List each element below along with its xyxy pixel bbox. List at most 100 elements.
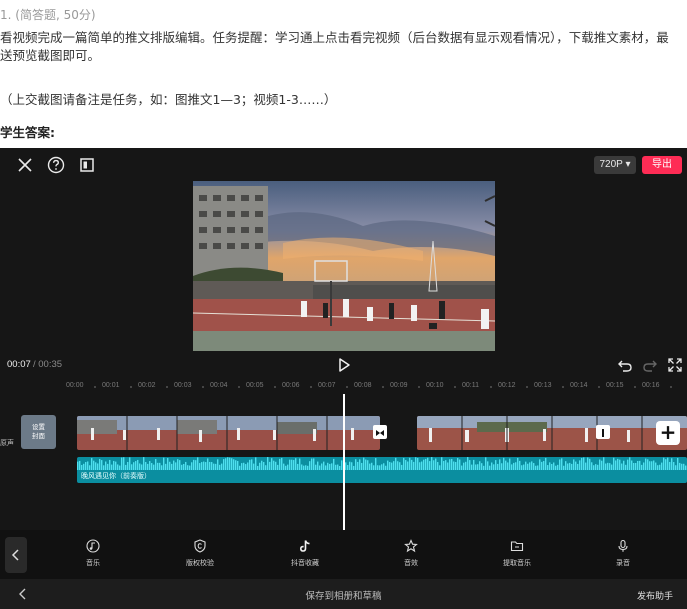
waveform-bar xyxy=(667,457,669,470)
waveform-bar xyxy=(675,465,677,470)
waveform-bar xyxy=(177,459,179,470)
tool-sound-effects[interactable]: 音效 xyxy=(381,539,441,568)
ruler-tick-dot xyxy=(562,386,564,388)
waveform-bar xyxy=(623,460,625,470)
waveform-bar xyxy=(431,457,433,470)
waveform-bar xyxy=(681,463,683,470)
publish-assistant-button[interactable]: 发布助手 xyxy=(637,589,673,602)
audio-track-title: 晚风遇见你（前奏版） xyxy=(81,472,151,480)
waveform-bar xyxy=(311,458,313,470)
resolution-dropdown[interactable]: 720P ▾ xyxy=(594,156,636,174)
ruler-tick-dot xyxy=(454,386,456,388)
close-icon[interactable] xyxy=(15,155,35,175)
ruler-tick-dot xyxy=(490,386,492,388)
transition-icon[interactable] xyxy=(596,425,610,439)
export-button[interactable]: 导出 xyxy=(642,156,682,174)
tool-label: 抖音收藏 xyxy=(291,559,319,567)
ruler-tick-label: 00:10 xyxy=(426,382,444,389)
waveform-bar xyxy=(637,460,639,470)
waveform-bar xyxy=(441,457,443,470)
waveform-bar xyxy=(639,460,641,470)
fullscreen-icon[interactable] xyxy=(667,357,683,373)
waveform-bar xyxy=(145,461,147,470)
ruler-tick-dot xyxy=(166,386,168,388)
waveform-bar xyxy=(205,462,207,470)
waveform-bar xyxy=(467,457,469,470)
chevron-left-icon xyxy=(11,549,19,561)
tool-copyright-check[interactable]: 版权校验 xyxy=(170,539,230,568)
waveform-bar xyxy=(251,459,253,470)
waveform-bar xyxy=(91,458,93,470)
waveform-bar xyxy=(293,460,295,470)
layout-icon[interactable] xyxy=(77,155,97,175)
waveform-bar xyxy=(387,460,389,470)
waveform-bar xyxy=(405,460,407,470)
waveform-bar xyxy=(165,463,167,470)
waveform-bar xyxy=(97,463,99,470)
cover-label: 设置 封面 xyxy=(32,423,45,440)
current-time: 00:07 xyxy=(7,359,31,370)
waveform-bar xyxy=(117,464,119,470)
waveform-bar xyxy=(497,463,499,470)
video-clip-2[interactable] xyxy=(417,416,687,450)
waveform-bar xyxy=(191,462,193,470)
waveform-bar xyxy=(447,462,449,470)
waveform-bar xyxy=(119,465,121,470)
waveform-bar xyxy=(567,463,569,470)
tool-music[interactable]: 音乐 xyxy=(63,539,123,568)
ruler-tick-label: 00:01 xyxy=(102,382,120,389)
toolbar-back-button[interactable] xyxy=(5,537,27,573)
help-icon[interactable] xyxy=(46,155,66,175)
waveform-bar xyxy=(519,460,521,470)
play-icon[interactable] xyxy=(336,357,352,373)
waveform-bar xyxy=(513,462,515,470)
waveform-bar xyxy=(537,465,539,470)
tool-record[interactable]: 录音 xyxy=(593,539,653,568)
waveform-bar xyxy=(403,457,405,470)
save-to-album-button[interactable]: 保存到相册和草稿 xyxy=(0,588,687,602)
waveform-bar xyxy=(137,459,139,470)
waveform-bar xyxy=(583,457,585,470)
waveform-bar xyxy=(601,460,603,470)
waveform-bar xyxy=(419,462,421,470)
redo-icon[interactable] xyxy=(642,357,658,373)
waveform-bar xyxy=(485,457,487,470)
waveform-bar xyxy=(349,461,351,470)
waveform-bar xyxy=(575,461,577,470)
waveform-bar xyxy=(429,461,431,470)
waveform-bar xyxy=(629,457,631,470)
waveform-bar xyxy=(197,457,199,470)
waveform-bar xyxy=(215,463,217,470)
ruler-tick-label: 00:11 xyxy=(462,382,479,389)
waveform-bar xyxy=(499,459,501,470)
ruler-tick-dot xyxy=(310,386,312,388)
ruler-tick-label: 00:00 xyxy=(66,382,84,389)
waveform-bar xyxy=(221,463,223,470)
ruler-tick-label: 00:13 xyxy=(534,382,552,389)
playhead[interactable] xyxy=(343,394,345,530)
question-text-line2: 送预览截图即可。 xyxy=(0,48,101,63)
waveform-bar xyxy=(243,462,245,470)
waveform-bar xyxy=(533,463,535,470)
tool-douyin-favorites[interactable]: 抖音收藏 xyxy=(275,539,335,568)
ruler-tick-label: 00:12 xyxy=(498,382,516,389)
video-clip-1[interactable] xyxy=(77,416,380,450)
original-audio-label[interactable]: 原声 xyxy=(0,438,14,448)
playback-controls: 00:07 / 00:35 xyxy=(0,354,687,376)
waveform-bar xyxy=(213,463,215,470)
tool-label: 音效 xyxy=(404,559,418,567)
ruler-tick-dot xyxy=(526,386,528,388)
question-type-score: (简答题, 50分) xyxy=(15,8,96,22)
waveform-bar xyxy=(477,464,479,470)
add-clip-button[interactable]: + xyxy=(656,421,680,445)
waveform-bar xyxy=(255,457,257,470)
tool-extract-music[interactable]: 提取音乐 xyxy=(487,539,547,568)
set-cover-button[interactable]: 设置 封面 xyxy=(21,415,56,449)
undo-icon[interactable] xyxy=(617,357,633,373)
waveform-bar xyxy=(89,465,91,470)
audio-track[interactable]: 晚风遇见你（前奏版） xyxy=(77,457,687,483)
ruler-tick-label: 00:07 xyxy=(318,382,336,389)
waveform-bar xyxy=(379,465,381,470)
transition-icon[interactable] xyxy=(373,425,387,439)
waveform-bar xyxy=(307,465,309,470)
